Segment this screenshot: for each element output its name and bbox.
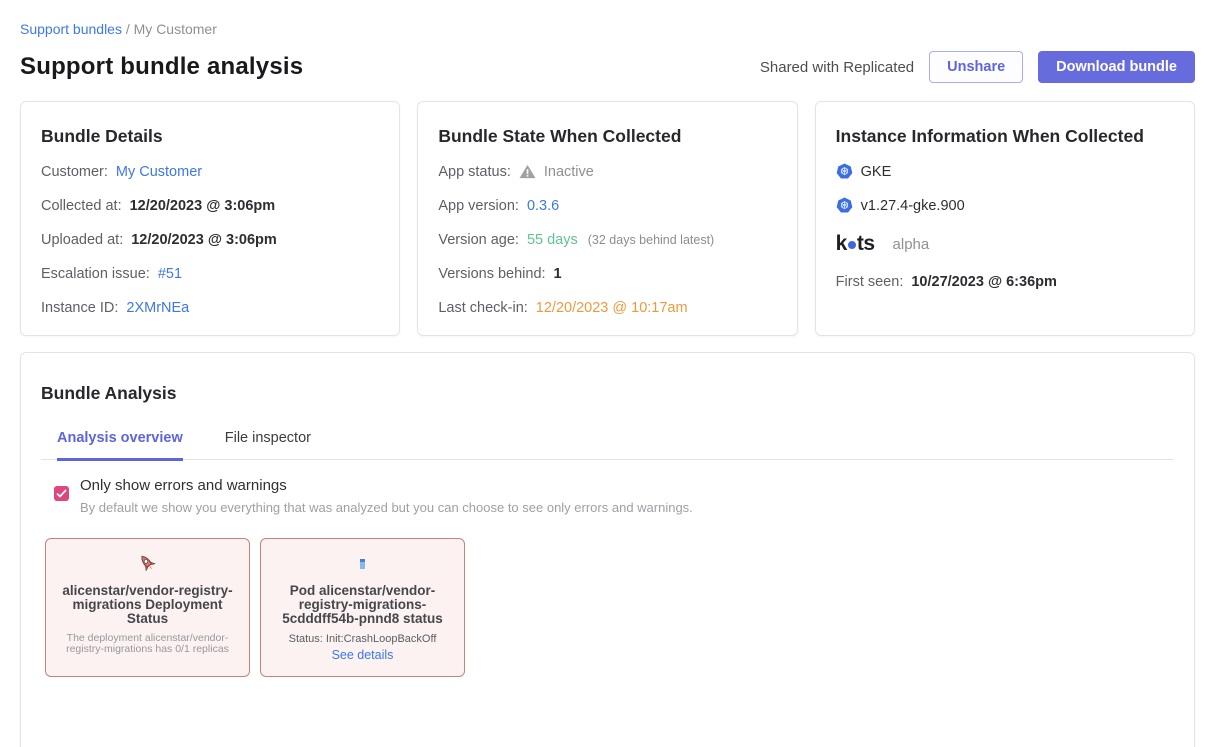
bundle-analysis-title: Bundle Analysis xyxy=(41,383,1174,404)
distribution-row: GKE xyxy=(836,162,1174,181)
only-errors-checkbox[interactable] xyxy=(54,486,69,501)
kubernetes-icon xyxy=(836,197,853,214)
issue-status: Status: Init:CrashLoopBackOff xyxy=(271,633,454,645)
app-status-value: Inactive xyxy=(544,164,594,180)
app-version-row: App version: 0.3.6 xyxy=(438,196,776,215)
first-seen-value: 10/27/2023 @ 6:36pm xyxy=(911,274,1057,290)
warning-triangle-icon xyxy=(519,164,536,179)
row-label: Collected at: xyxy=(41,198,122,214)
issue-card-pod-status[interactable]: Pod alicenstar/vendor-registry-migration… xyxy=(260,538,465,677)
row-label: First seen: xyxy=(836,274,904,290)
info-cards-row: Bundle Details Customer: My Customer Col… xyxy=(20,101,1195,336)
see-details-link[interactable]: See details xyxy=(332,648,394,662)
kubernetes-icon xyxy=(836,163,853,180)
issue-message: The deployment alicenstar/vendor-registr… xyxy=(56,633,239,655)
kots-logo-k: k xyxy=(836,232,847,256)
detail-row-collected: Collected at: 12/20/2023 @ 3:06pm xyxy=(41,196,379,215)
row-label: App version: xyxy=(438,198,519,214)
versions-behind-value: 1 xyxy=(554,266,562,282)
support-bundle-analysis-page: Support bundles / My Customer Support bu… xyxy=(0,0,1212,747)
rocket-icon xyxy=(56,552,239,576)
issue-title: alicenstar/vendor-registry-migrations De… xyxy=(56,584,239,626)
versions-behind-row: Versions behind: 1 xyxy=(438,264,776,283)
filter-text-block: Only show errors and warnings By default… xyxy=(80,477,693,515)
page-title: Support bundle analysis xyxy=(20,53,303,81)
row-label: Version age: xyxy=(438,232,519,248)
tab-file-inspector[interactable]: File inspector xyxy=(225,430,311,461)
breadcrumb-current: My Customer xyxy=(134,21,217,37)
k8s-version-value: v1.27.4-gke.900 xyxy=(861,198,965,214)
app-status-row: App status: Inactive xyxy=(438,162,776,181)
shared-status-text: Shared with Replicated xyxy=(760,59,914,76)
row-label: Uploaded at: xyxy=(41,232,123,248)
page-header: Support bundle analysis Shared with Repl… xyxy=(20,51,1195,83)
kots-logo-ts: ts xyxy=(857,232,875,256)
version-age-value: 55 days xyxy=(527,232,578,248)
detail-row-customer: Customer: My Customer xyxy=(41,162,379,181)
filter-label[interactable]: Only show errors and warnings xyxy=(80,477,693,494)
kots-logo: kts xyxy=(836,232,875,256)
row-label: Customer: xyxy=(41,164,108,180)
kots-row: kts alpha xyxy=(836,232,1174,256)
bundle-state-title: Bundle State When Collected xyxy=(438,126,776,147)
row-label: Last check-in: xyxy=(438,300,527,316)
row-label: Versions behind: xyxy=(438,266,545,282)
instance-info-title: Instance Information When Collected xyxy=(836,126,1174,147)
instance-id-link[interactable]: 2XMrNEa xyxy=(126,300,189,316)
filter-description: By default we show you everything that w… xyxy=(80,500,693,515)
download-bundle-button[interactable]: Download bundle xyxy=(1038,51,1195,83)
header-actions: Shared with Replicated Unshare Download … xyxy=(760,51,1195,83)
bundle-state-card: Bundle State When Collected App status: … xyxy=(417,101,797,336)
analysis-tabs: Analysis overview File inspector xyxy=(41,430,1174,460)
bundle-details-title: Bundle Details xyxy=(41,126,379,147)
row-label: Escalation issue: xyxy=(41,266,150,282)
breadcrumb-support-bundles-link[interactable]: Support bundles xyxy=(20,21,122,37)
bundle-details-card: Bundle Details Customer: My Customer Col… xyxy=(20,101,400,336)
issue-title: Pod alicenstar/vendor-registry-migration… xyxy=(271,584,454,626)
bundle-analysis-card: Bundle Analysis Analysis overview File i… xyxy=(20,352,1195,747)
collected-at-value: 12/20/2023 @ 3:06pm xyxy=(130,198,276,214)
issue-card-deployment[interactable]: alicenstar/vendor-registry-migrations De… xyxy=(45,538,250,677)
uploaded-at-value: 12/20/2023 @ 3:06pm xyxy=(131,232,277,248)
first-seen-row: First seen: 10/27/2023 @ 6:36pm xyxy=(836,272,1174,291)
row-label: Instance ID: xyxy=(41,300,118,316)
kots-channel: alpha xyxy=(893,236,930,253)
pod-icon xyxy=(271,552,454,576)
breadcrumb: Support bundles / My Customer xyxy=(20,21,1195,37)
issue-cards-row: alicenstar/vendor-registry-migrations De… xyxy=(41,538,1174,677)
kots-logo-o-icon xyxy=(848,241,856,249)
row-label: App status: xyxy=(438,164,511,180)
detail-row-uploaded: Uploaded at: 12/20/2023 @ 3:06pm xyxy=(41,230,379,249)
detail-row-escalation: Escalation issue: #51 xyxy=(41,264,379,283)
app-version-link[interactable]: 0.3.6 xyxy=(527,198,559,214)
errors-warnings-filter: Only show errors and warnings By default… xyxy=(41,477,1174,515)
version-age-note: (32 days behind latest) xyxy=(588,233,714,247)
instance-info-card: Instance Information When Collected GKE … xyxy=(815,101,1195,336)
escalation-issue-link[interactable]: #51 xyxy=(158,266,182,282)
breadcrumb-separator: / xyxy=(126,21,130,37)
k8s-version-row: v1.27.4-gke.900 xyxy=(836,196,1174,215)
last-checkin-value: 12/20/2023 @ 10:17am xyxy=(536,300,688,316)
customer-link[interactable]: My Customer xyxy=(116,164,202,180)
unshare-button[interactable]: Unshare xyxy=(929,51,1023,83)
checkmark-icon xyxy=(56,489,67,498)
detail-row-instance-id: Instance ID: 2XMrNEa xyxy=(41,298,379,317)
tab-analysis-overview[interactable]: Analysis overview xyxy=(57,430,183,461)
version-age-row: Version age: 55 days (32 days behind lat… xyxy=(438,230,776,249)
last-checkin-row: Last check-in: 12/20/2023 @ 10:17am xyxy=(438,298,776,317)
distribution-value: GKE xyxy=(861,164,892,180)
